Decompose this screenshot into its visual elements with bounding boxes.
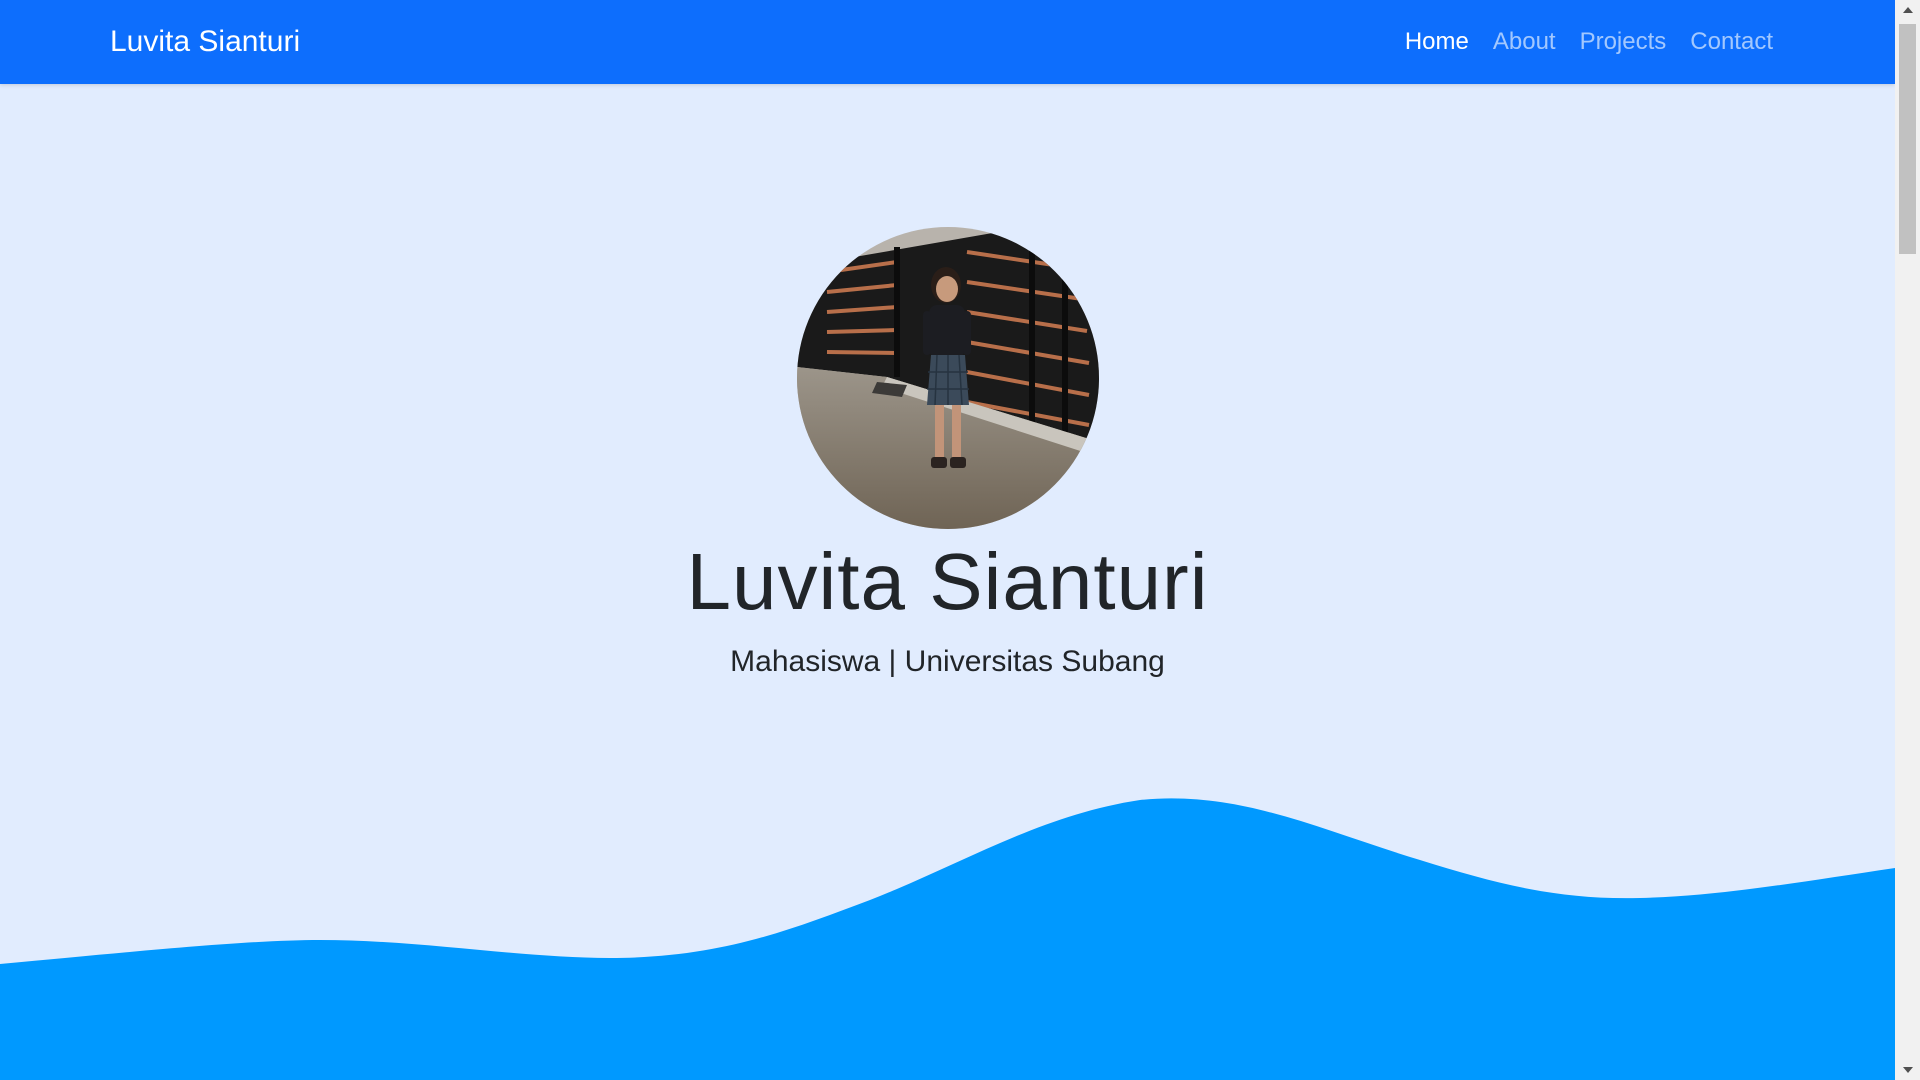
nav-link-contact[interactable]: Contact <box>1690 28 1773 56</box>
navbar-brand[interactable]: Luvita Sianturi <box>110 0 300 84</box>
wave-decoration <box>0 798 1895 1080</box>
nav-links: Home About Projects Contact <box>1381 0 1773 84</box>
vertical-scrollbar[interactable] <box>1895 0 1920 1080</box>
nav-link-projects[interactable]: Projects <box>1580 28 1667 56</box>
scroll-up-arrow-icon[interactable] <box>1895 0 1920 20</box>
nav-link-about[interactable]: About <box>1493 28 1556 56</box>
scrollbar-thumb[interactable] <box>1899 24 1916 254</box>
profile-photo <box>797 227 1099 529</box>
scroll-down-arrow-icon[interactable] <box>1895 1060 1920 1080</box>
navbar: Luvita Sianturi Home About Projects Cont… <box>0 0 1895 84</box>
page-viewport: Luvita Sianturi Home About Projects Cont… <box>0 0 1895 1080</box>
profile-photo-image <box>797 227 1099 529</box>
nav-link-home[interactable]: Home <box>1405 28 1469 56</box>
hero-subtitle: Mahasiswa | Universitas Subang <box>730 645 1165 678</box>
hero-name: Luvita Sianturi <box>686 537 1209 626</box>
